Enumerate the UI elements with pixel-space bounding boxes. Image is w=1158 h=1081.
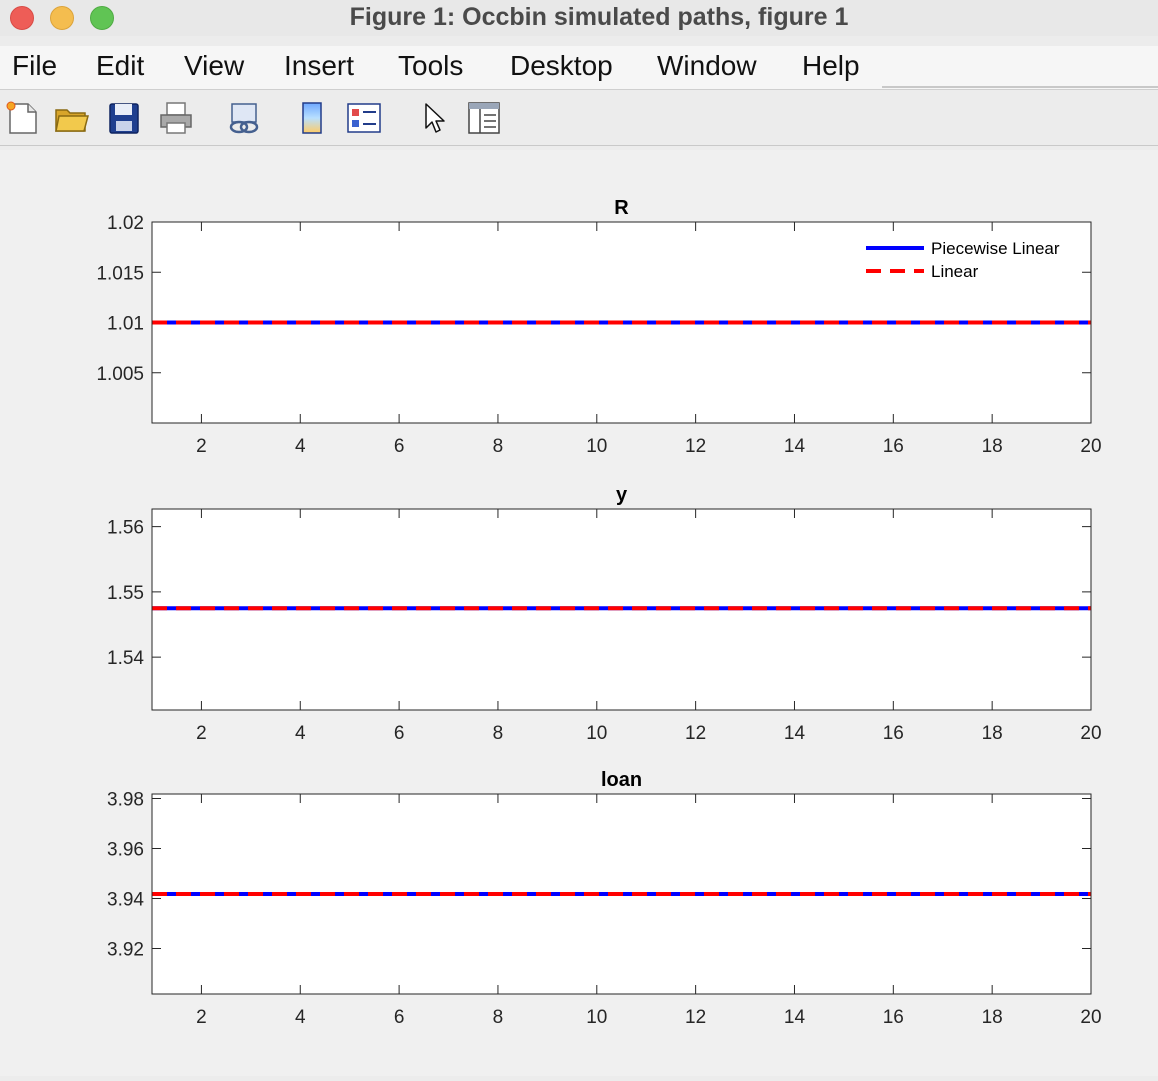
- x-tick-label: 20: [1080, 436, 1101, 457]
- save-icon[interactable]: [106, 100, 142, 136]
- legend-label: Linear: [931, 262, 979, 281]
- link-icon[interactable]: [226, 100, 262, 136]
- menu-help[interactable]: Help: [802, 50, 860, 82]
- x-tick-label: 14: [784, 1007, 806, 1028]
- menu-separator: [882, 86, 1158, 88]
- figure-canvas: R 2 4 6 8 10 12 14 16 18 20 1.005 1.01 1.015 1.02 Piece…: [0, 150, 1158, 1076]
- x-tick-label: 8: [493, 723, 504, 744]
- menu-insert[interactable]: Insert: [284, 50, 354, 82]
- x-tick-label: 18: [982, 723, 1003, 744]
- x-tick-label: 12: [685, 1007, 706, 1028]
- x-tick-label: 14: [784, 723, 806, 744]
- subplot-2: y 2 4 6 8 10 12 14 16 18 20 1.54 1.55 1.56: [107, 484, 1102, 744]
- x-tick-label: 14: [784, 436, 806, 457]
- y-tick-label: 1.55: [107, 583, 144, 604]
- x-tick-label: 2: [196, 1007, 207, 1028]
- pointer-icon[interactable]: [416, 100, 452, 136]
- x-tick-label: 18: [982, 1007, 1003, 1028]
- y-tick-label: 3.92: [107, 940, 144, 961]
- y-tick-label: 3.98: [107, 790, 144, 811]
- axes-title: R: [614, 197, 629, 219]
- x-tick-label: 2: [196, 723, 207, 744]
- x-tick-label: 10: [586, 723, 607, 744]
- legend-icon[interactable]: [346, 100, 382, 136]
- new-figure-icon[interactable]: [4, 100, 40, 136]
- menu-file[interactable]: File: [12, 50, 57, 82]
- print-icon[interactable]: [158, 100, 194, 136]
- x-tick-label: 16: [883, 1007, 904, 1028]
- y-tick-label: 1.56: [107, 518, 144, 539]
- x-tick-label: 4: [295, 436, 306, 457]
- x-tick-label: 6: [394, 436, 405, 457]
- axes-title: loan: [601, 769, 642, 791]
- y-tick-label: 3.96: [107, 840, 144, 861]
- x-tick-label: 4: [295, 723, 306, 744]
- subplot-1: R 2 4 6 8 10 12 14 16 18 20 1.005 1.01 1.015 1.02 Piece…: [96, 197, 1101, 457]
- x-tick-label: 16: [883, 436, 904, 457]
- x-tick-label: 12: [685, 436, 706, 457]
- x-tick-label: 16: [883, 723, 904, 744]
- open-file-icon[interactable]: [53, 100, 89, 136]
- menu-tools[interactable]: Tools: [398, 50, 463, 82]
- menu-edit[interactable]: Edit: [96, 50, 144, 82]
- menu-bar: File Edit View Insert Tools Desktop Wind…: [0, 46, 1158, 90]
- figure-plots: R 2 4 6 8 10 12 14 16 18 20 1.005 1.01 1.015 1.02 Piece…: [96, 197, 1102, 1028]
- x-tick-label: 10: [586, 436, 607, 457]
- x-tick-label: 2: [196, 436, 207, 457]
- y-tick-label: 1.02: [107, 213, 144, 234]
- y-tick-label: 1.54: [107, 648, 144, 669]
- x-tick-label: 20: [1080, 1007, 1101, 1028]
- y-tick-label: 3.94: [107, 890, 144, 911]
- menu-desktop[interactable]: Desktop: [510, 50, 613, 82]
- x-tick-label: 6: [394, 723, 405, 744]
- subplot-3: loan 2 4 6 8 10 12 14 16 18 20 3.92 3.94 3.96 3.98: [107, 769, 1102, 1028]
- colorbar-icon[interactable]: [294, 100, 330, 136]
- x-tick-label: 12: [685, 723, 706, 744]
- x-tick-label: 20: [1080, 723, 1101, 744]
- y-tick-label: 1.015: [96, 263, 144, 284]
- y-tick-label: 1.01: [107, 314, 144, 335]
- property-inspector-icon[interactable]: [466, 100, 502, 136]
- x-tick-label: 10: [586, 1007, 607, 1028]
- x-tick-label: 18: [982, 436, 1003, 457]
- legend-label: Piecewise Linear: [931, 239, 1060, 258]
- x-tick-label: 8: [493, 436, 504, 457]
- y-tick-label: 1.005: [96, 364, 144, 385]
- menu-window[interactable]: Window: [657, 50, 757, 82]
- x-tick-label: 6: [394, 1007, 405, 1028]
- axes-title: y: [616, 484, 628, 506]
- window-title: Figure 1: Occbin simulated paths, figure…: [349, 3, 849, 31]
- x-tick-label: 8: [493, 1007, 504, 1028]
- menu-view[interactable]: View: [184, 50, 244, 82]
- x-tick-label: 4: [295, 1007, 306, 1028]
- title-bar: Figure 1: Occbin simulated paths, figure…: [0, 0, 1158, 36]
